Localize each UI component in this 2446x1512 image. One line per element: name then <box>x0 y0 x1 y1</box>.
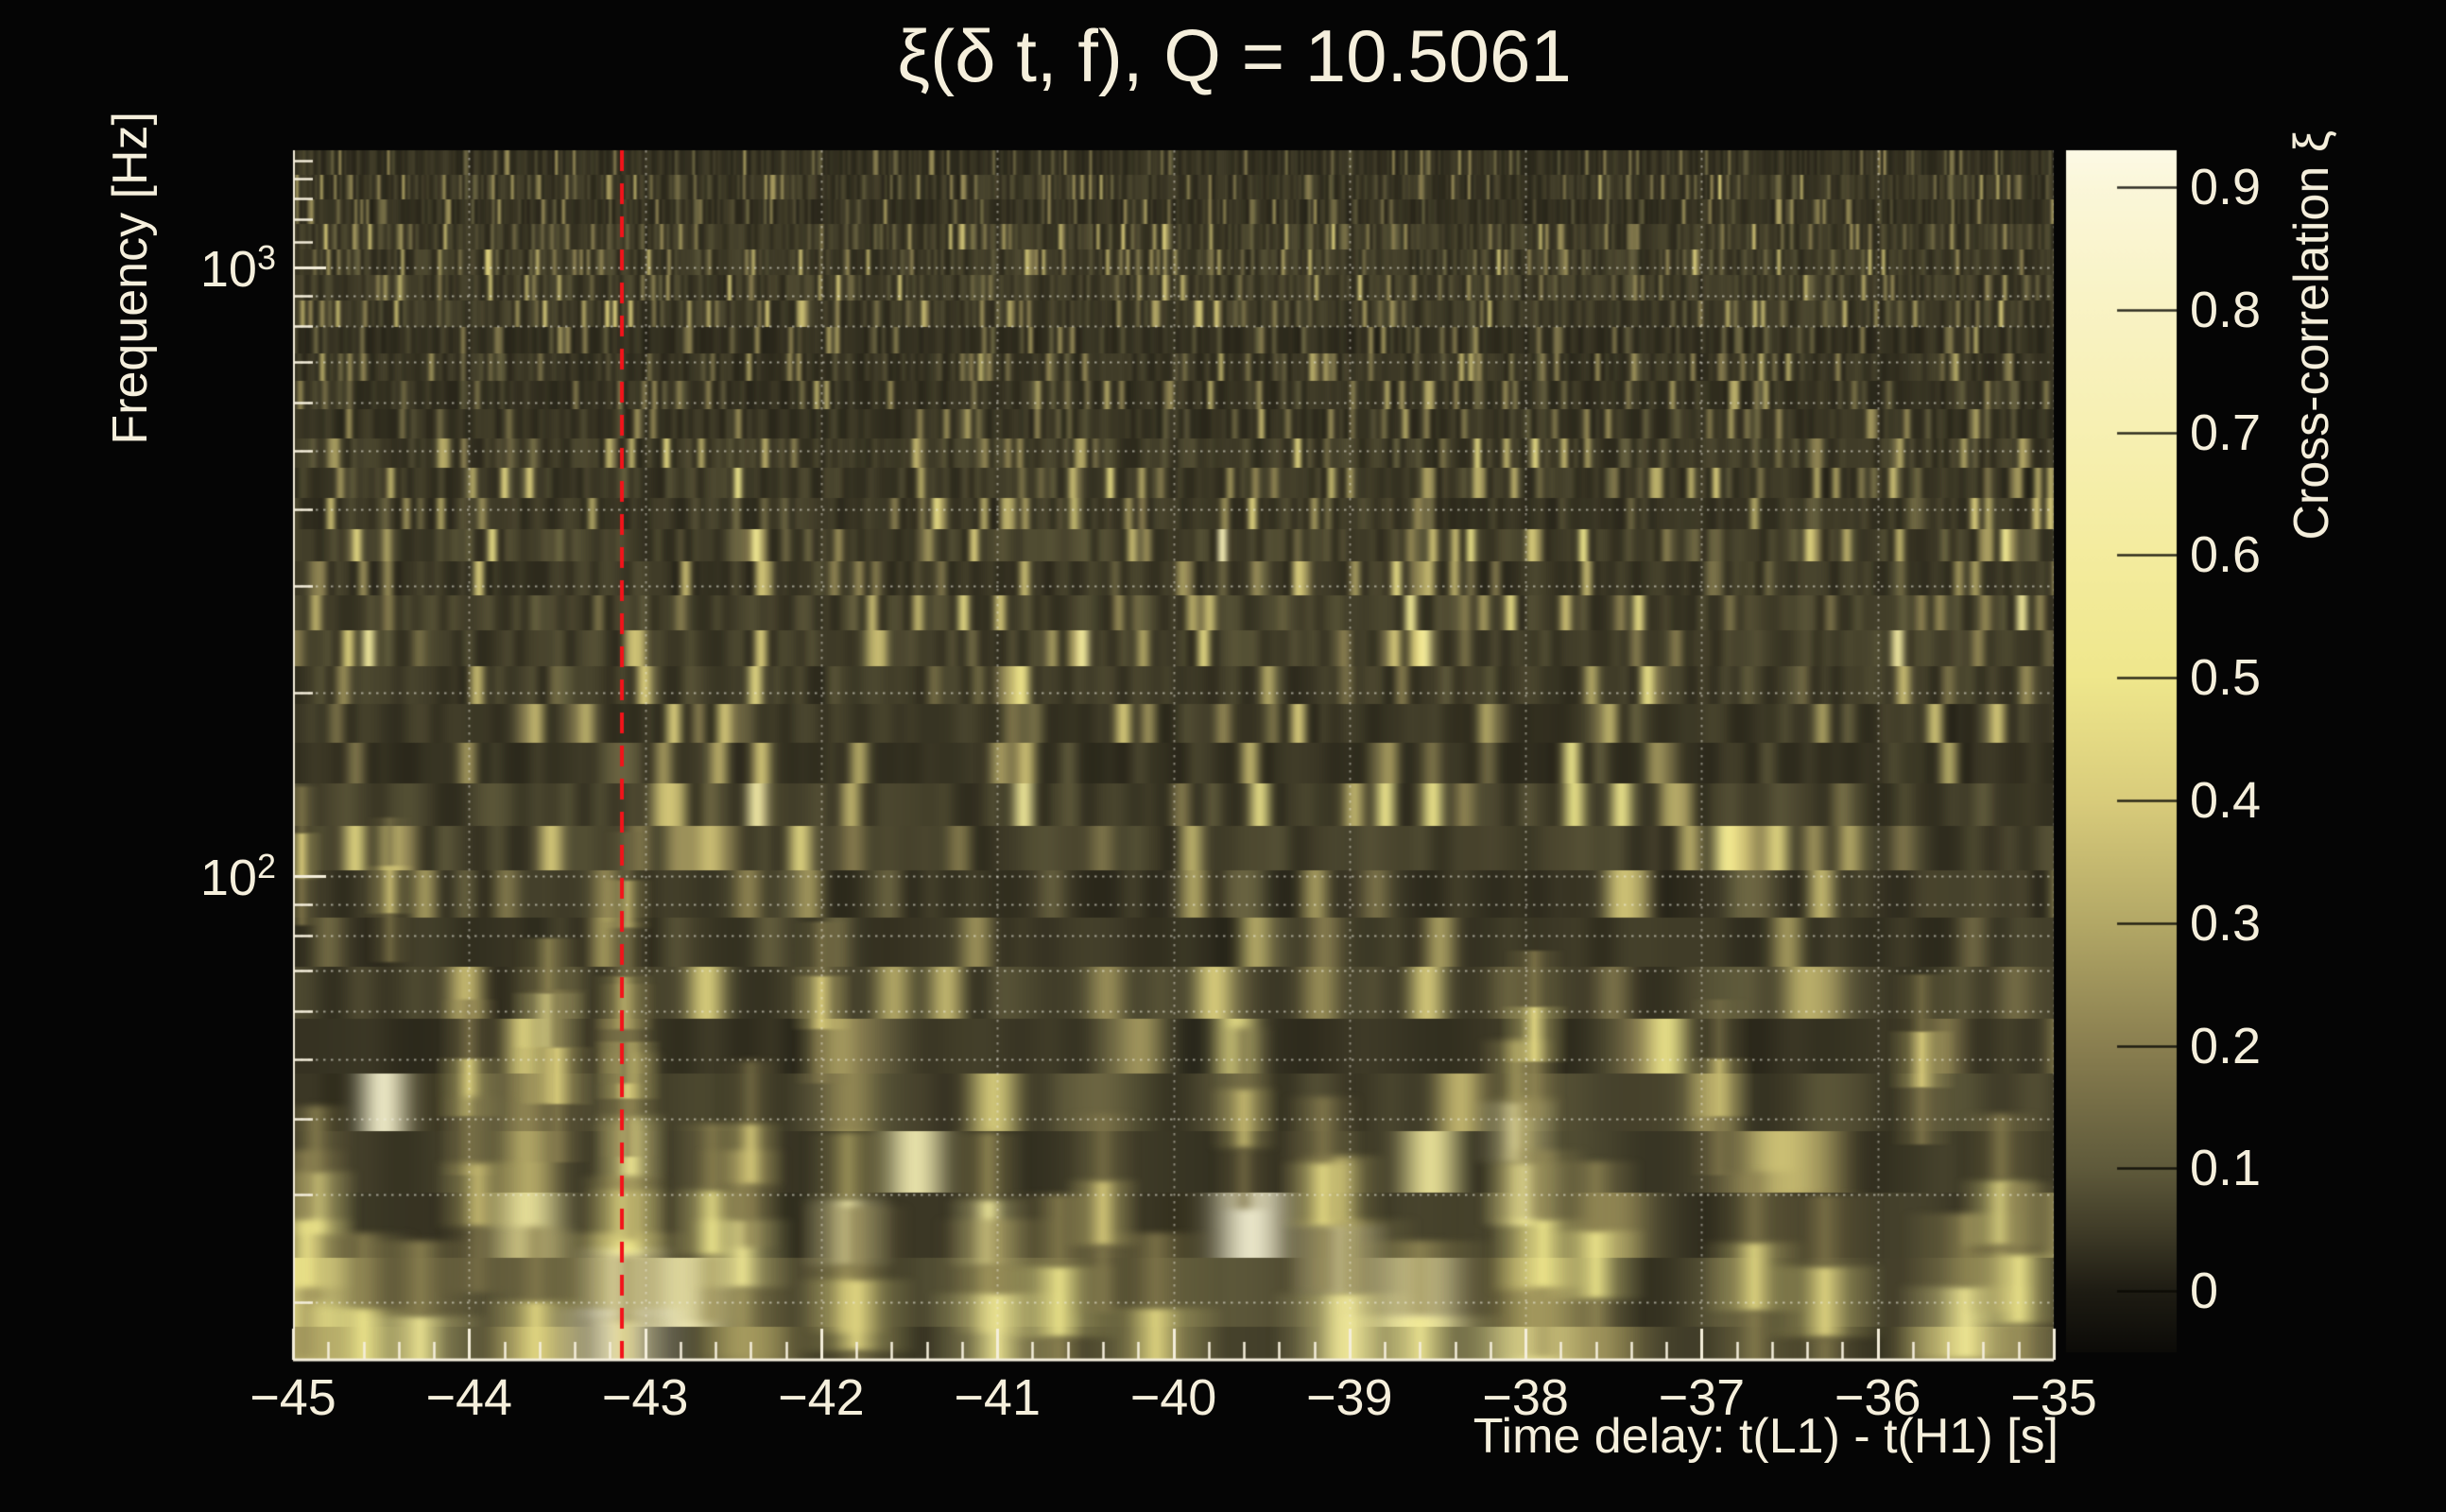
x-tick-label: −45 <box>250 1369 336 1426</box>
colorbar-tick-label: 0.9 <box>2190 158 2262 215</box>
x-tick-label: −40 <box>1129 1369 1217 1426</box>
colorbar-tick-label: 0.8 <box>2190 281 2262 338</box>
colorbar-tick-label: 0.1 <box>2190 1140 2262 1197</box>
colorbar-title: Cross-correlation ξ <box>2284 130 2339 541</box>
x-tick-label: −43 <box>601 1369 689 1426</box>
x-tick-label: −39 <box>1305 1369 1393 1426</box>
x-tick-label: −42 <box>778 1369 865 1426</box>
colorbar-tick-label: 0 <box>2190 1263 2219 1320</box>
y-tick-label: 103 <box>199 238 276 299</box>
colorbar-tick-label: 0.6 <box>2190 526 2262 584</box>
qscan-crosscorrelation-figure: ξ(δ t, f), Q = 10.5061 Frequency [Hz] Ti… <box>0 0 2446 1512</box>
x-tick-label: −41 <box>954 1369 1041 1426</box>
colorbar-tick-label: 0.5 <box>2190 649 2262 707</box>
x-tick-label: −36 <box>1834 1369 1921 1426</box>
x-tick-label: −35 <box>2010 1369 2097 1426</box>
x-tick-label: −37 <box>1658 1369 1746 1426</box>
colorbar-tick-label: 0.4 <box>2190 771 2262 829</box>
chart-title: ξ(δ t, f), Q = 10.5061 <box>897 14 1572 97</box>
colorbar-tick-label: 0.3 <box>2190 894 2262 952</box>
colorbar-tick-label: 0.7 <box>2190 404 2262 461</box>
colorbar-tick-label: 0.2 <box>2190 1017 2262 1074</box>
x-tick-label: −44 <box>425 1369 513 1426</box>
heatmap-canvas <box>0 0 2446 1512</box>
x-tick-label: −38 <box>1482 1369 1569 1426</box>
y-tick-label: 102 <box>199 847 276 907</box>
